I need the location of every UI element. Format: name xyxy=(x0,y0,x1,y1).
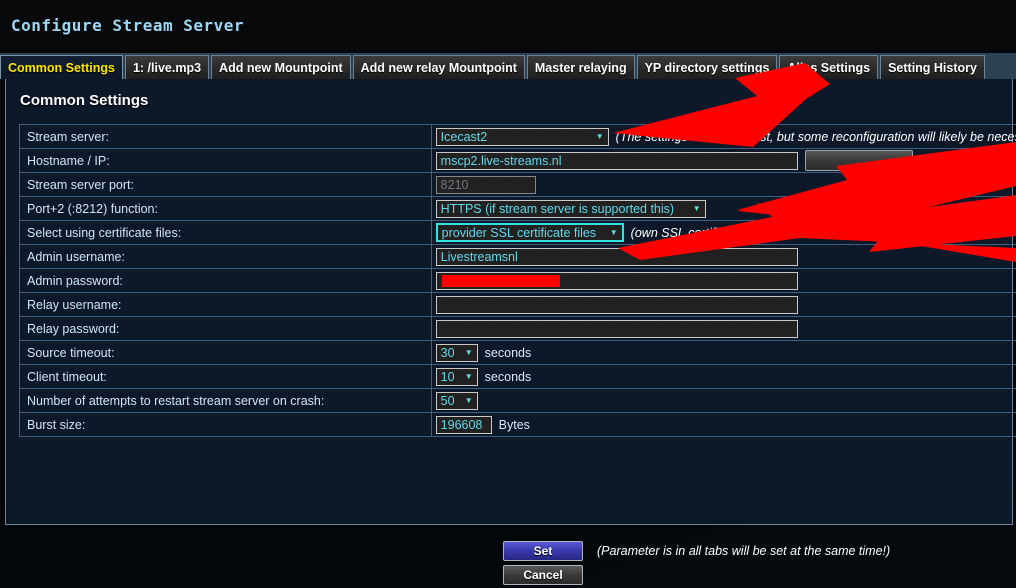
burst-size-unit: Bytes xyxy=(498,417,530,432)
tab-setting-history[interactable]: Setting History xyxy=(880,55,985,79)
obscured-button[interactable] xyxy=(804,150,913,171)
stream-server-hint: (The settings will not be lost, but some… xyxy=(615,129,1016,144)
row-label: Number of attempts to restart stream ser… xyxy=(27,393,325,408)
tab-common-settings[interactable]: Common Settings xyxy=(0,55,123,79)
row-label: Source timeout: xyxy=(27,345,115,360)
port2-function-select[interactable]: HTTPS (if stream server is supported thi… xyxy=(435,199,706,218)
table-row: Relay username: xyxy=(19,292,1016,317)
relay-username-input[interactable] xyxy=(435,295,798,314)
row-label: Stream server: xyxy=(27,129,109,144)
tab-bar: Common Settings 1: /live.mp3 Add new Mou… xyxy=(0,53,1016,79)
tab-label: Setting History xyxy=(888,60,977,75)
restart-attempts-value: 50 xyxy=(440,393,455,408)
redaction-bar xyxy=(441,274,560,287)
stream-server-port-input[interactable]: 8210 xyxy=(435,175,536,194)
table-row: Hostname / IP: mscp2.live-streams.nl xyxy=(19,148,1016,173)
port-value: 8210 xyxy=(440,177,469,192)
port2-value: HTTPS (if stream server is supported thi… xyxy=(440,201,675,216)
stream-server-select[interactable]: Icecast2 ▼ xyxy=(435,127,609,146)
table-row: Relay password: xyxy=(19,316,1016,341)
settings-panel: Common Settings Stream server: Icecast2 … xyxy=(5,79,1016,585)
tab-live-mp3[interactable]: 1: /live.mp3 xyxy=(124,55,210,79)
hostname-input[interactable]: mscp2.live-streams.nl xyxy=(435,151,798,170)
client-timeout-select[interactable]: 10 ▼ xyxy=(435,367,478,386)
chevron-down-icon: ▼ xyxy=(464,347,473,357)
tab-add-new-relay-mountpoint[interactable]: Add new relay Mountpoint xyxy=(352,55,525,79)
row-label: Burst size: xyxy=(27,417,86,432)
footer-actions: Set (Parameter is in all tabs will be se… xyxy=(503,541,890,585)
admin-password-input[interactable] xyxy=(435,271,798,290)
chevron-down-icon: ▼ xyxy=(609,227,618,237)
chevron-down-icon: ▼ xyxy=(464,371,473,381)
table-row: Source timeout: 30 ▼ seconds xyxy=(19,340,1016,365)
tab-master-relaying[interactable]: Master relaying xyxy=(526,55,635,79)
table-row: Admin username: Livestreamsnl xyxy=(19,244,1016,269)
table-row: Client timeout: 10 ▼ seconds xyxy=(19,364,1016,389)
row-label: Hostname / IP: xyxy=(27,153,110,168)
chevron-down-icon: ▼ xyxy=(692,203,701,213)
panel-heading: Common Settings xyxy=(20,92,149,109)
certificate-files-select[interactable]: provider SSL certificate files ▼ xyxy=(435,223,624,242)
chevron-down-icon: ▼ xyxy=(464,395,473,405)
set-button[interactable]: Set xyxy=(503,541,583,561)
table-row: Burst size: 196608 Bytes xyxy=(19,412,1016,437)
tab-label: YP directory settings xyxy=(644,60,770,75)
certificate-hint: (own SSL certificate files location: ~/s… xyxy=(630,225,1011,240)
client-timeout-value: 10 xyxy=(440,369,455,384)
settings-table: Stream server: Icecast2 ▼ (The settings … xyxy=(19,124,1016,437)
tab-add-new-mountpoint[interactable]: Add new Mountpoint xyxy=(211,55,351,79)
admin-username-input[interactable]: Livestreamsnl xyxy=(435,247,798,266)
table-row: Select using certificate files: provider… xyxy=(19,220,1016,245)
relay-password-input[interactable] xyxy=(435,319,798,338)
certificate-value: provider SSL certificate files xyxy=(441,225,597,240)
footer-note: (Parameter is in all tabs will be set at… xyxy=(597,544,891,558)
table-row: Stream server: Icecast2 ▼ (The settings … xyxy=(19,124,1016,149)
table-row: Admin password: xyxy=(19,268,1016,293)
tab-label: Alias Settings xyxy=(787,60,871,75)
row-label: Relay password: xyxy=(27,321,120,336)
app-window: Configure Stream Server Common Settings … xyxy=(0,0,1016,588)
tab-alias-settings[interactable]: Alias Settings xyxy=(779,55,879,79)
row-label: Admin password: xyxy=(27,273,123,288)
row-label: Stream server port: xyxy=(27,177,134,192)
row-label: Port+2 (:8212) function: xyxy=(27,201,158,216)
row-label: Client timeout: xyxy=(27,369,107,384)
row-label: Admin username: xyxy=(27,249,125,264)
source-timeout-select[interactable]: 30 ▼ xyxy=(435,343,478,362)
tab-yp-directory-settings[interactable]: YP directory settings xyxy=(636,55,778,79)
row-label: Select using certificate files: xyxy=(27,225,182,240)
set-button-label: Set xyxy=(533,544,553,558)
tab-label: Add new relay Mountpoint xyxy=(360,60,517,75)
admin-username-value: Livestreamsnl xyxy=(440,249,518,264)
stream-server-value: Icecast2 xyxy=(440,129,488,144)
row-label: Relay username: xyxy=(27,297,122,312)
burst-size-value: 196608 xyxy=(440,417,483,432)
client-timeout-unit: seconds xyxy=(484,369,532,384)
source-timeout-unit: seconds xyxy=(484,345,532,360)
page-title: Configure Stream Server xyxy=(11,15,245,35)
chevron-down-icon: ▼ xyxy=(595,131,604,141)
table-row: Port+2 (:8212) function: HTTPS (if strea… xyxy=(19,196,1016,221)
tab-label: Master relaying xyxy=(534,60,627,75)
cancel-button[interactable]: Cancel xyxy=(503,565,583,585)
burst-size-input[interactable]: 196608 xyxy=(435,415,492,434)
restart-attempts-select[interactable]: 50 ▼ xyxy=(435,391,478,410)
title-bar: Configure Stream Server xyxy=(0,0,1016,50)
source-timeout-value: 30 xyxy=(440,345,455,360)
tab-label: Common Settings xyxy=(8,60,115,75)
table-row: Number of attempts to restart stream ser… xyxy=(19,388,1016,413)
hostname-value: mscp2.live-streams.nl xyxy=(440,153,562,168)
tab-label: Add new Mountpoint xyxy=(219,60,343,75)
cancel-button-label: Cancel xyxy=(523,568,563,582)
tab-label: 1: /live.mp3 xyxy=(132,60,202,75)
table-row: Stream server port: 8210 xyxy=(19,172,1016,197)
